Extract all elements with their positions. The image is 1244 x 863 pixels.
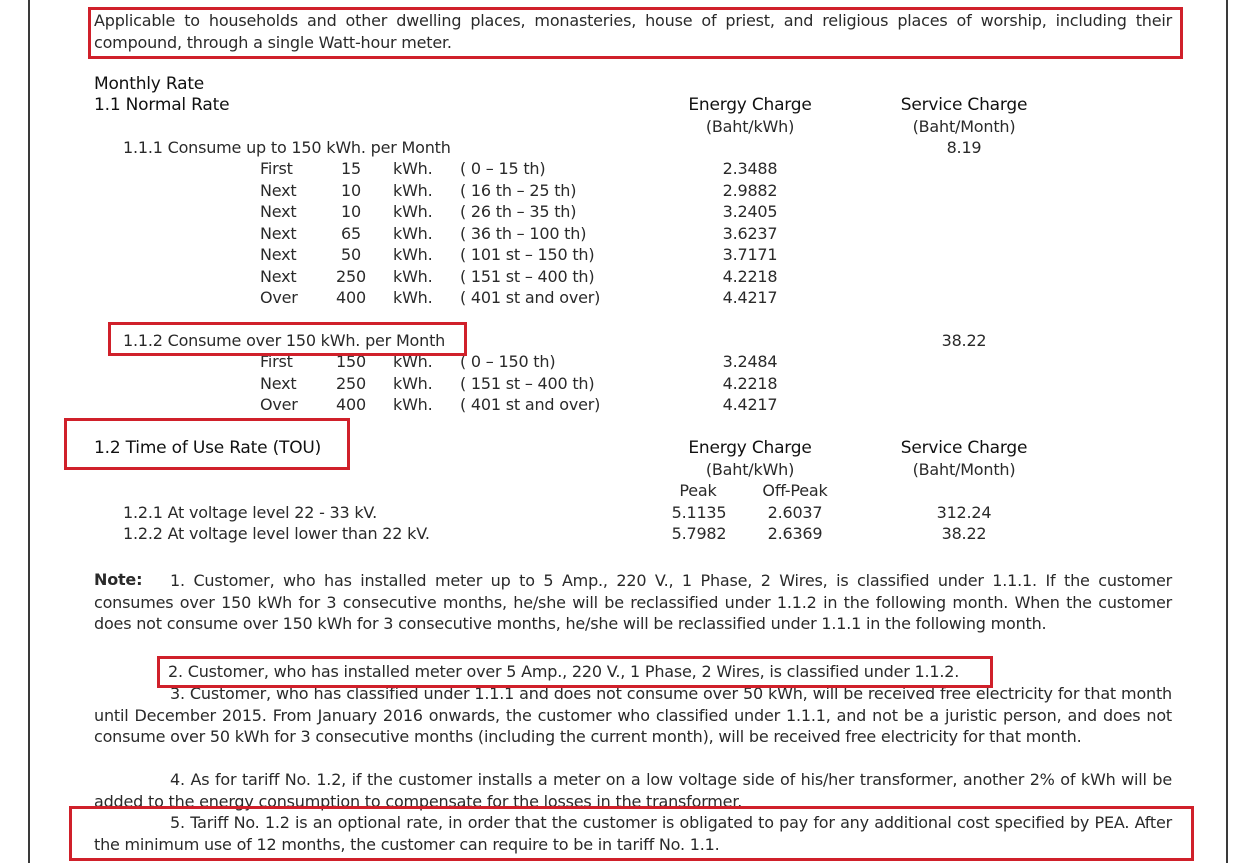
tou-row-peak: 5.1135 (671, 503, 727, 522)
tou-offpeak-header: Off-Peak (762, 481, 828, 500)
tier-rate: 4.2218 (722, 267, 778, 286)
note-5: 5. Tariff No. 1.2 is an optional rate, i… (94, 813, 1172, 854)
tier-rate: 4.4217 (722, 395, 778, 414)
tier-name: Over (260, 395, 298, 414)
tier-unit: kWh. (393, 245, 433, 264)
tier-name: Next (260, 181, 297, 200)
tier-qty: 65 (341, 224, 361, 243)
normal-rate-heading: 1.1 Normal Rate (94, 95, 230, 115)
tier-qty: 15 (341, 159, 361, 178)
tier-range: ( 101 st – 150 th) (460, 245, 595, 264)
tier-rate: 4.4217 (722, 288, 778, 307)
tou-row-peak: 5.7982 (671, 524, 727, 543)
tier-range: ( 0 – 15 th) (460, 159, 546, 178)
tier-rate: 3.7171 (722, 245, 778, 264)
tier-name: First (260, 352, 293, 371)
tier-range: ( 26 th – 35 th) (460, 202, 577, 221)
tier-range: ( 401 st and over) (460, 288, 601, 307)
note-1: 1. Customer, who has installed meter up … (94, 571, 1172, 633)
tier-name: Next (260, 267, 297, 286)
tier-range: ( 0 – 150 th) (460, 352, 556, 371)
tier-unit: kWh. (393, 395, 433, 414)
tier-qty: 400 (336, 288, 366, 307)
subsection-1-1-2-label: 1.1.2 Consume over 150 kWh. per Month (123, 331, 446, 350)
tier-range: ( 36 th – 100 th) (460, 224, 587, 243)
tier-qty: 250 (336, 374, 366, 393)
tier-rate: 3.6237 (722, 224, 778, 243)
tou-row-label: 1.2.1 At voltage level 22 - 33 kV. (123, 503, 378, 522)
tou-row-label: 1.2.2 At voltage level lower than 22 kV. (123, 524, 430, 543)
tou-peak-header: Peak (679, 481, 717, 500)
tier-name: First (260, 159, 293, 178)
note-3: 3. Customer, who has classified under 1.… (94, 684, 1172, 746)
tier-unit: kWh. (393, 267, 433, 286)
tier-range: ( 16 th – 25 th) (460, 181, 577, 200)
tier-rate: 3.2484 (722, 352, 778, 371)
tier-unit: kWh. (393, 181, 433, 200)
tou-service-unit: (Baht/Month) (912, 460, 1016, 479)
tier-qty: 50 (341, 245, 361, 264)
tier-unit: kWh. (393, 352, 433, 371)
note-4: 4. As for tariff No. 1.2, if the custome… (94, 770, 1172, 811)
subsection-1-1-1-label: 1.1.1 Consume up to 150 kWh. per Month (123, 138, 451, 157)
tier-rate: 4.2218 (722, 374, 778, 393)
tou-service-header: Service Charge (900, 438, 1028, 458)
tier-rate: 3.2405 (722, 202, 778, 221)
tier-qty: 10 (341, 181, 361, 200)
energy-charge-header: Energy Charge (688, 95, 812, 115)
tier-name: Over (260, 288, 298, 307)
viewer-right-margin (1226, 0, 1244, 863)
tier-name: Next (260, 224, 297, 243)
tier-unit: kWh. (393, 202, 433, 221)
tier-rate: 2.9882 (722, 181, 778, 200)
tier-qty: 150 (336, 352, 366, 371)
tier-qty: 10 (341, 202, 361, 221)
viewer-left-margin (0, 0, 30, 863)
applicability-text: Applicable to households and other dwell… (94, 11, 1172, 52)
subsection-1-1-2-service: 38.22 (941, 331, 987, 350)
tier-range: ( 151 st – 400 th) (460, 374, 595, 393)
subsection-1-1-1-service: 8.19 (946, 138, 982, 157)
note-2: 2. Customer, who has installed meter ove… (168, 662, 960, 681)
service-charge-unit: (Baht/Month) (912, 117, 1016, 136)
tier-range: ( 401 st and over) (460, 395, 601, 414)
tou-row-service: 312.24 (936, 503, 992, 522)
tier-qty: 250 (336, 267, 366, 286)
tier-unit: kWh. (393, 288, 433, 307)
tou-row-service: 38.22 (941, 524, 987, 543)
monthly-rate-heading: Monthly Rate (94, 74, 205, 94)
tier-rate: 2.3488 (722, 159, 778, 178)
tou-energy-header: Energy Charge (688, 438, 812, 458)
tier-name: Next (260, 374, 297, 393)
tier-name: Next (260, 202, 297, 221)
tou-row-offpeak: 2.6369 (767, 524, 823, 543)
energy-charge-unit: (Baht/kWh) (705, 117, 795, 136)
service-charge-header: Service Charge (900, 95, 1028, 115)
tier-range: ( 151 st – 400 th) (460, 267, 595, 286)
tier-qty: 400 (336, 395, 366, 414)
tier-name: Next (260, 245, 297, 264)
tou-energy-unit: (Baht/kWh) (705, 460, 795, 479)
tou-row-offpeak: 2.6037 (767, 503, 823, 522)
tier-unit: kWh. (393, 224, 433, 243)
tou-heading: 1.2 Time of Use Rate (TOU) (94, 438, 322, 458)
tier-unit: kWh. (393, 374, 433, 393)
tier-unit: kWh. (393, 159, 433, 178)
